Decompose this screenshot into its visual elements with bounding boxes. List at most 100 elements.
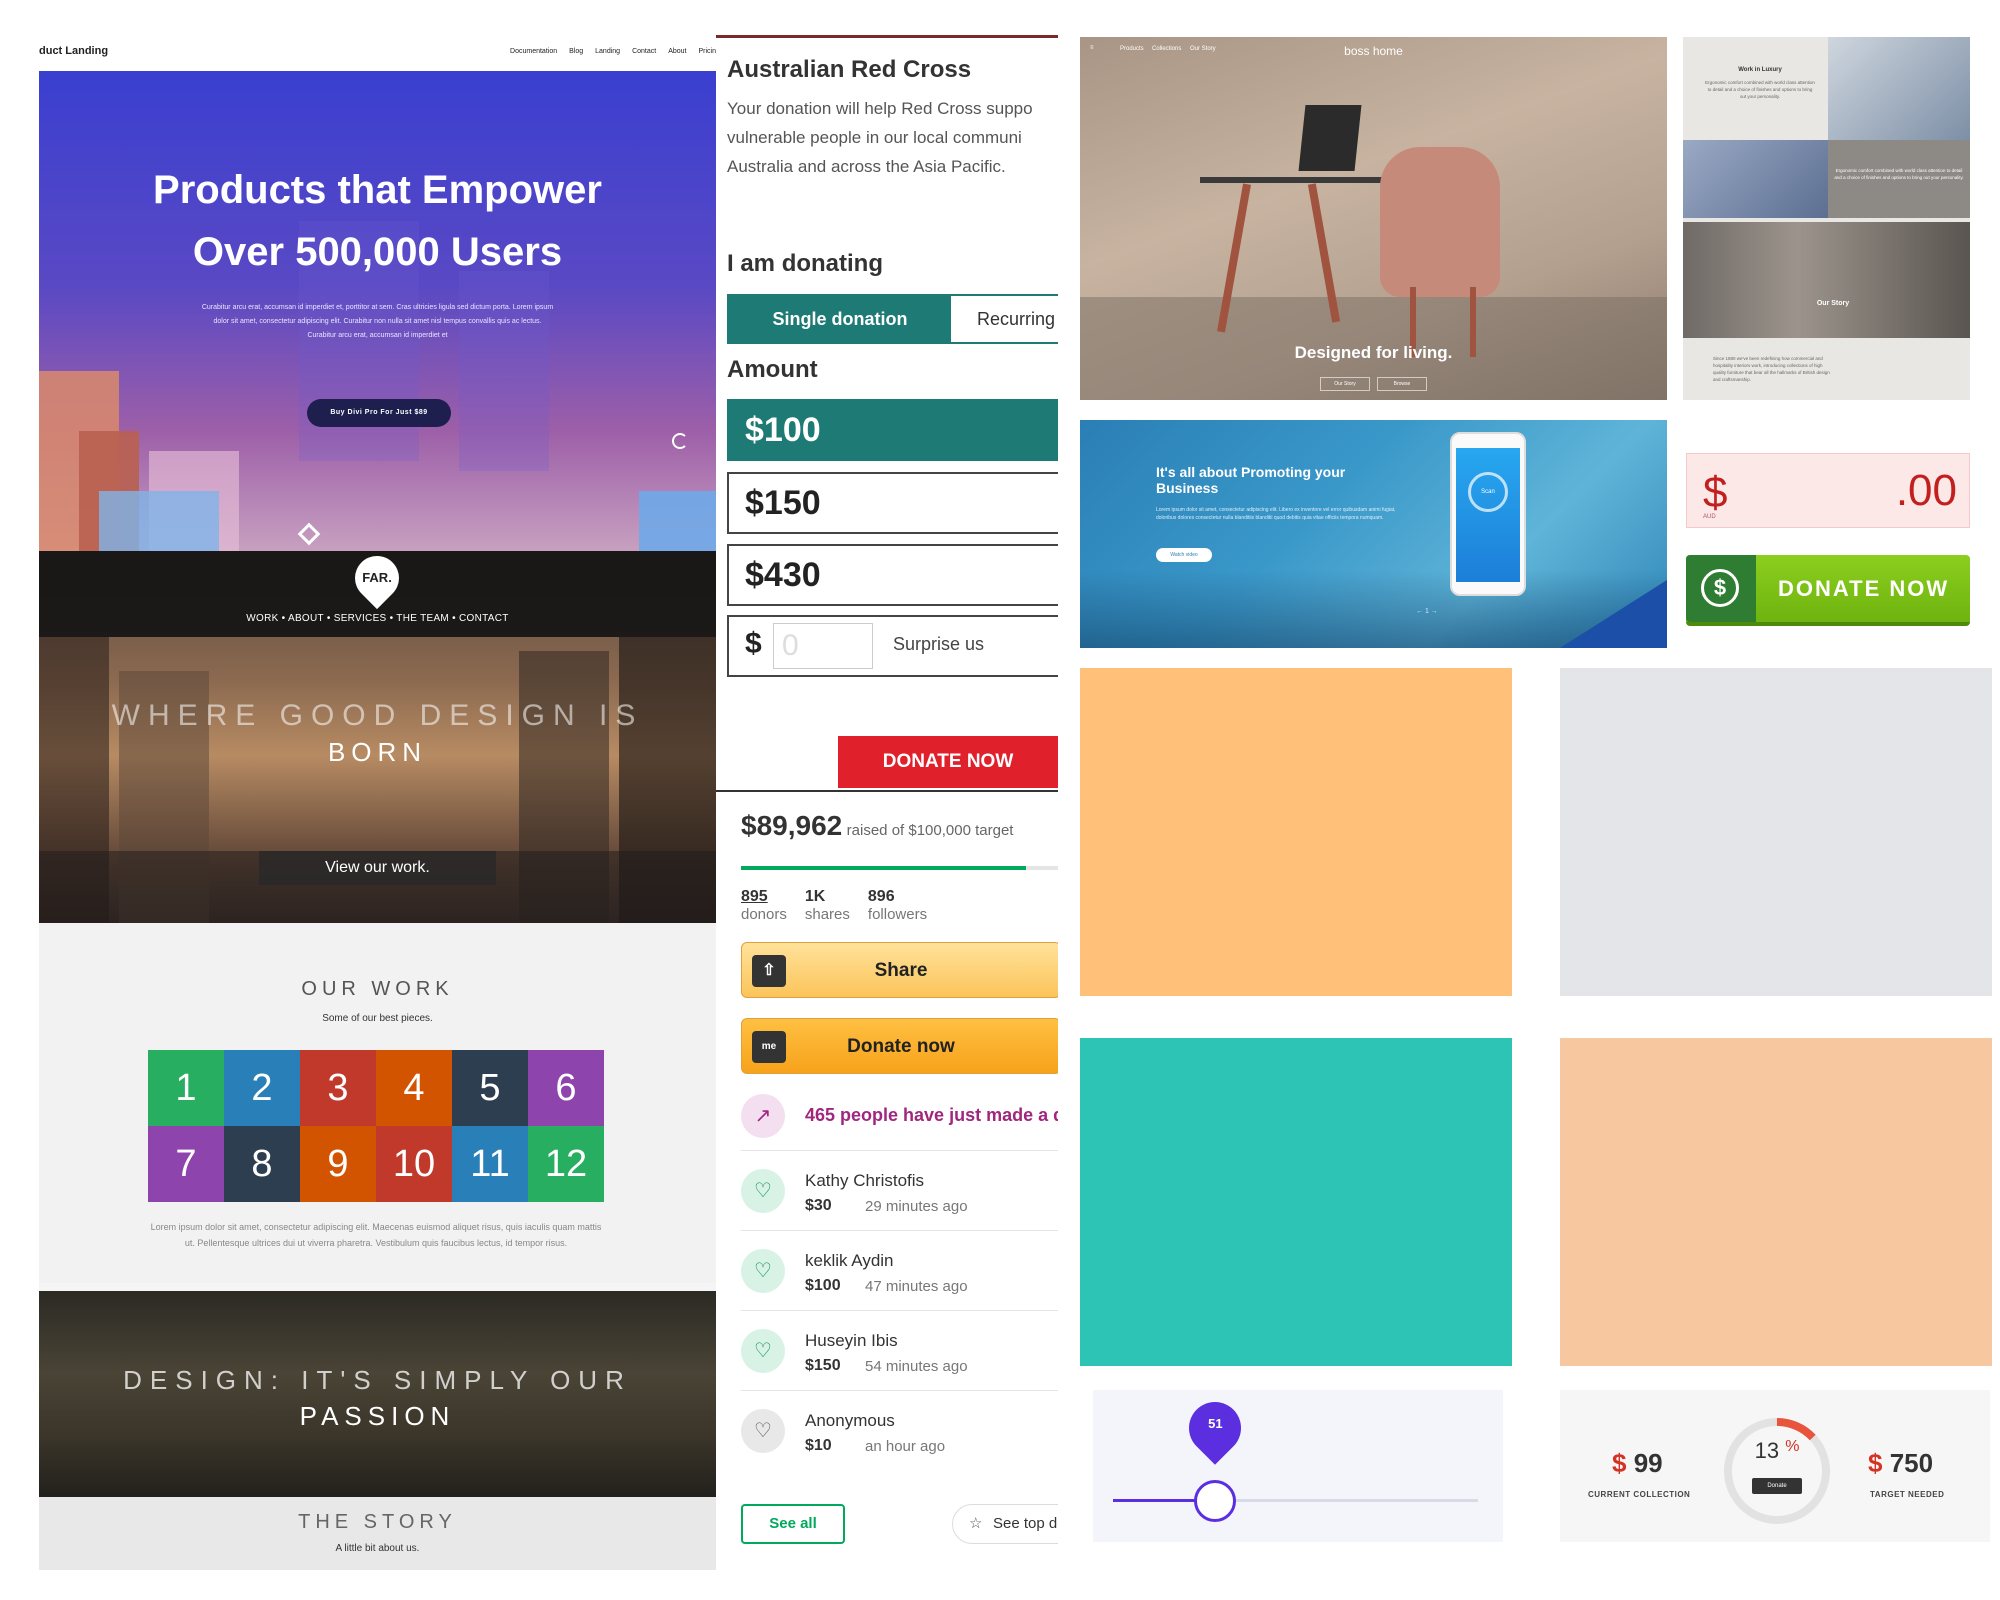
donor-name: Huseyin Ibis <box>805 1331 898 1350</box>
currency-code: AUD <box>1703 514 1716 520</box>
currency-symbol: $ <box>1868 1448 1883 1478</box>
percent-number: 13 <box>1754 1438 1780 1463</box>
stat-label: followers <box>867 906 928 923</box>
red-cross-description: Your donation will help Red Cross suppo … <box>727 94 1058 181</box>
work-tile[interactable]: 3 <box>300 1050 376 1126</box>
nav-link[interactable]: Blog <box>569 48 583 55</box>
trending-up-icon: ↗ <box>741 1094 785 1138</box>
color-swatch <box>1560 1038 1992 1366</box>
donor-row: ♡ keklik Aydin $100 47 minutes ago <box>741 1230 1058 1310</box>
landing-navbar: duct Landing Documentation Blog Landing Con… <box>39 35 716 71</box>
luxury-title: Work in Luxury <box>1738 67 1782 73</box>
progress-ring-arc <box>1776 1418 1816 1441</box>
work-tile[interactable]: 8 <box>224 1126 300 1202</box>
tab-recurring[interactable]: Recurring <box>951 296 1058 342</box>
nav-link[interactable]: Pricin <box>698 48 716 55</box>
upload-icon: ⇧ <box>752 955 786 987</box>
browse-button[interactable]: Browse <box>1377 377 1427 391</box>
donation-type-tabs: Single donation Recurring <box>727 294 1058 344</box>
story-section: THE STORY A little bit about us. <box>39 1497 716 1570</box>
buy-divi-button[interactable]: Buy Divi Pro For Just $89 <box>307 399 451 427</box>
watch-video-button[interactable]: Watch video <box>1156 548 1212 562</box>
stat-value: 895 <box>741 888 768 905</box>
our-story-label: Our Story <box>1816 300 1850 307</box>
see-top-donations-button[interactable]: ☆ See top do <box>952 1504 1058 1544</box>
work-tile[interactable]: 6 <box>528 1050 604 1126</box>
percent-sign: % <box>1785 1438 1800 1455</box>
work-tile[interactable]: 10 <box>376 1126 452 1202</box>
far-logo-text: FAR. <box>362 570 392 585</box>
nav-link[interactable]: Contact <box>632 48 656 55</box>
custom-amount-input[interactable]: 0 <box>773 623 873 669</box>
work-grid: 1 2 3 4 5 6 7 8 9 10 11 12 <box>148 1050 604 1202</box>
donor-name: Kathy Christofis <box>805 1171 925 1190</box>
isometric-screen <box>639 491 716 551</box>
stat-followers: 896 followers <box>868 888 927 923</box>
share-button[interactable]: ⇧ Share <box>741 942 1058 998</box>
hero-title-line-1: Products that Empower <box>153 168 602 212</box>
donor-name: keklik Aydin <box>805 1251 894 1270</box>
promo-banner: It's all about Promoting your Business L… <box>1080 420 1667 648</box>
amount-option-selected[interactable]: $100 <box>727 399 1058 461</box>
amount-heading: Amount <box>727 356 818 383</box>
luxury-text: Ergonomic comfort combined with world cl… <box>1705 80 1815 99</box>
percent-value: 13 % <box>1710 1438 1844 1464</box>
current-collection-label: CURRENT COLLECTION <box>1588 1490 1691 1499</box>
collection-gauge: $ 99 CURRENT COLLECTION 13 % Donate $ 75… <box>1560 1390 1990 1542</box>
luxury-detail-text: Ergonomic comfort combined with world cl… <box>1834 168 1964 180</box>
slider-handle[interactable] <box>1194 1480 1237 1522</box>
donor-row: ♡ Kathy Christofis $30 29 minutes ago <box>741 1150 1058 1230</box>
our-story-button[interactable]: Our Story <box>1320 377 1370 391</box>
donate-label: Donate now <box>847 1036 955 1057</box>
nav-link[interactable]: About <box>668 48 686 55</box>
donate-now-button[interactable]: me Donate now <box>741 1018 1058 1074</box>
donor-avatar-icon: ♡ <box>741 1409 785 1453</box>
target-value: $ 750 <box>1868 1448 1933 1479</box>
custom-amount-option: $ 0 Surprise us <box>727 615 1058 677</box>
donor-name: Anonymous <box>805 1411 895 1430</box>
nav-link[interactable]: Landing <box>595 48 620 55</box>
color-swatch <box>1080 1038 1512 1366</box>
donate-now-button[interactable]: DONATE NOW <box>838 736 1058 788</box>
raised-amount: $89,962 raised of $100,000 target <box>741 810 1013 842</box>
see-all-button[interactable]: See all <box>741 1504 845 1544</box>
view-work-button[interactable]: View our work. <box>259 851 496 885</box>
raised-value: $89,962 <box>741 810 843 841</box>
donor-row: ♡ Huseyin Ibis $150 54 minutes ago <box>741 1310 1058 1390</box>
nav-link[interactable]: Documentation <box>510 48 557 55</box>
hero-title-line-2: Over 500,000 Users <box>192 230 563 274</box>
amount-option[interactable]: $430 <box>727 544 1058 606</box>
aud-amount-input[interactable]: $ AUD .00 <box>1686 453 1970 528</box>
donate-button[interactable]: Donate <box>1752 1478 1802 1494</box>
chair-photo <box>1828 37 1970 140</box>
work-tile[interactable]: 11 <box>452 1126 528 1202</box>
donor-amount: $150 <box>805 1357 841 1374</box>
stat-donors[interactable]: 895 donors <box>741 888 787 923</box>
boss-home-hero: ≡ Products Collections Our Story boss ho… <box>1080 37 1667 400</box>
work-tile[interactable]: 2 <box>224 1050 300 1126</box>
donor-time: an hour ago <box>865 1438 946 1455</box>
work-tile[interactable]: 4 <box>376 1050 452 1126</box>
donate-now-green-button[interactable]: $ DONATE NOW <box>1686 555 1970 626</box>
landing-brand[interactable]: duct Landing <box>39 45 108 57</box>
far-nav-links[interactable]: WORK • ABOUT • SERVICES • THE TEAM • CON… <box>39 613 716 624</box>
work-tile[interactable]: 5 <box>452 1050 528 1126</box>
work-tile[interactable]: 1 <box>148 1050 224 1126</box>
work-tile[interactable]: 12 <box>528 1126 604 1202</box>
carousel-pager[interactable]: ← 1 → <box>1416 608 1438 615</box>
donor-amount: $100 <box>805 1277 841 1294</box>
progress-fill <box>741 866 1027 870</box>
gofundme-logo-icon: me <box>752 1031 786 1063</box>
progress-arc <box>1776 1418 1816 1441</box>
boss-home-logo[interactable]: boss home <box>1080 44 1667 58</box>
far-logo[interactable]: FAR. <box>345 551 409 610</box>
red-cross-title: Australian Red Cross <box>727 56 972 83</box>
description-line: Australia and across the Asia Pacific. <box>727 157 1006 176</box>
tab-single-donation[interactable]: Single donation <box>729 296 951 342</box>
work-title: OUR WORK <box>301 978 454 1000</box>
work-tile[interactable]: 7 <box>148 1126 224 1202</box>
work-tile[interactable]: 9 <box>300 1126 376 1202</box>
surprise-label: Surprise us <box>893 634 985 654</box>
amount-option[interactable]: $150 <box>727 472 1058 534</box>
slider-value: 51 <box>1208 1416 1223 1431</box>
